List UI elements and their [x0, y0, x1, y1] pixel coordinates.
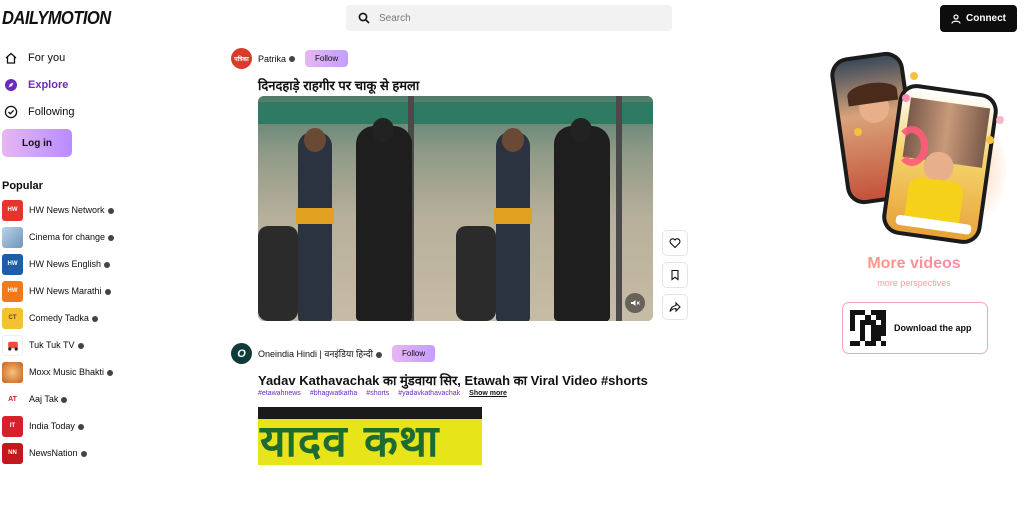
heart-icon — [669, 238, 681, 249]
promo-title: More videos — [836, 255, 992, 273]
hashtag[interactable]: #yadavkathavachak — [398, 390, 460, 397]
nav-label-following: Following — [28, 106, 75, 118]
search-bar[interactable] — [346, 5, 672, 31]
channel-item[interactable]: HW HW News Marathi — [2, 280, 111, 302]
video-player[interactable] — [258, 96, 653, 321]
app-promo-illustration — [828, 49, 1006, 247]
mute-button[interactable] — [625, 293, 645, 313]
connect-label: Connect — [966, 13, 1006, 24]
channel-item[interactable]: IT India Today — [2, 415, 84, 437]
channel-name: NewsNation — [29, 448, 87, 458]
hashtag[interactable]: #bhagwatkatha — [310, 390, 357, 397]
post-header: पत्रिका Patrika Follow — [231, 48, 349, 69]
verified-icon — [107, 207, 114, 214]
verified-icon — [77, 342, 84, 349]
channel-item[interactable]: AT Aaj Tak — [2, 388, 68, 410]
channel-avatar: AT — [2, 388, 23, 410]
verified-icon — [104, 261, 111, 268]
channel-name[interactable]: Oneindia Hindi | वनइंडिया हिन्दी — [258, 347, 382, 360]
video-title[interactable]: Yadav Kathavachak का मुंडवाया सिर, Etawa… — [258, 371, 648, 389]
download-app-button[interactable]: Download the app — [842, 302, 988, 354]
tuk-tuk-icon — [7, 341, 18, 351]
channel-name: Cinema for change — [29, 232, 115, 242]
channel-avatar — [2, 334, 23, 356]
verified-icon — [107, 369, 114, 376]
verified-icon — [289, 56, 296, 63]
channel-avatar — [2, 361, 23, 383]
user-icon — [951, 13, 961, 24]
channel-name: Moxx Music Bhakti — [29, 367, 114, 377]
channel-avatar: NN — [2, 442, 23, 464]
nav-item-following[interactable]: Following — [4, 105, 74, 119]
home-icon — [5, 52, 17, 64]
save-button[interactable] — [662, 262, 688, 288]
channel-item[interactable]: Cinema for change — [2, 226, 115, 248]
follow-button[interactable]: Follow — [305, 50, 349, 67]
verified-icon — [104, 288, 111, 295]
share-button[interactable] — [662, 294, 688, 320]
video-frame — [258, 96, 456, 321]
download-label: Download the app — [894, 323, 972, 333]
post-header: O Oneindia Hindi | वनइंडिया हिन्दी Follo… — [231, 343, 436, 364]
verified-icon — [91, 315, 98, 322]
channel-name: HW News Marathi — [29, 286, 111, 296]
hashtag[interactable]: #etawahnews — [258, 390, 301, 397]
dailymotion-logo[interactable]: DAILYMOTION — [2, 8, 111, 29]
promo-subtitle: more perspectives — [877, 278, 951, 288]
channel-name: HW News English — [29, 259, 111, 269]
channel-item[interactable]: CT Comedy Tadka — [2, 307, 98, 329]
channel-item[interactable]: Moxx Music Bhakti — [2, 361, 114, 383]
nav-label-for-you: For you — [28, 52, 66, 64]
verified-icon — [376, 351, 382, 358]
verified-icon — [61, 396, 68, 403]
channel-item[interactable]: HW HW News Network — [2, 199, 114, 221]
channel-name[interactable]: Patrika — [258, 54, 296, 64]
nav-label-explore: Explore — [28, 79, 69, 91]
channel-item[interactable]: Tuk Tuk TV — [2, 334, 84, 356]
verified-icon — [77, 423, 84, 430]
show-more-link[interactable]: Show more — [469, 390, 507, 397]
channel-name: HW News Network — [29, 205, 114, 215]
share-arrow-icon — [669, 301, 681, 313]
qr-code-icon — [850, 310, 886, 346]
verified-icon — [108, 234, 115, 241]
check-circle-icon — [4, 105, 18, 119]
channel-avatar[interactable]: O — [231, 343, 252, 364]
compass-icon — [5, 79, 17, 91]
channel-avatar — [2, 226, 23, 248]
search-icon — [358, 12, 370, 24]
thumbnail-text: यादव कथा — [260, 416, 440, 465]
follow-button[interactable]: Follow — [392, 345, 436, 362]
search-input[interactable] — [379, 12, 659, 24]
video-frame — [455, 96, 653, 321]
nav-item-explore[interactable]: Explore — [4, 78, 68, 92]
channel-avatar: HW — [2, 280, 23, 302]
hashtag-list: #etawahnews #bhagwatkatha #shorts #yadav… — [258, 390, 507, 397]
channel-name: Aaj Tak — [29, 394, 68, 404]
channel-avatar: IT — [2, 415, 23, 437]
channel-avatar[interactable]: पत्रिका — [231, 48, 252, 69]
nav-item-for-you[interactable]: For you — [4, 51, 65, 65]
channel-item[interactable]: HW HW News English — [2, 253, 111, 275]
channel-item[interactable]: NN NewsNation — [2, 442, 87, 464]
channel-name: Comedy Tadka — [29, 313, 98, 323]
channel-avatar: HW — [2, 199, 23, 221]
video-thumbnail[interactable]: यादव कथा — [258, 407, 482, 465]
channel-avatar: HW — [2, 253, 23, 275]
phone-mockup — [879, 81, 1001, 247]
hashtag[interactable]: #shorts — [366, 390, 389, 397]
like-button[interactable] — [662, 230, 688, 256]
bookmark-icon — [671, 269, 679, 281]
channel-name: India Today — [29, 421, 84, 431]
login-button[interactable]: Log in — [2, 129, 72, 157]
speaker-muted-icon — [631, 300, 640, 306]
video-title[interactable]: दिनदहाड़े राहगीर पर चाकू से हमला — [258, 76, 419, 94]
channel-name: Tuk Tuk TV — [29, 340, 84, 350]
verified-icon — [80, 450, 87, 457]
connect-button[interactable]: Connect — [940, 5, 1017, 32]
popular-heading: Popular — [2, 180, 43, 192]
channel-avatar: CT — [2, 307, 23, 329]
